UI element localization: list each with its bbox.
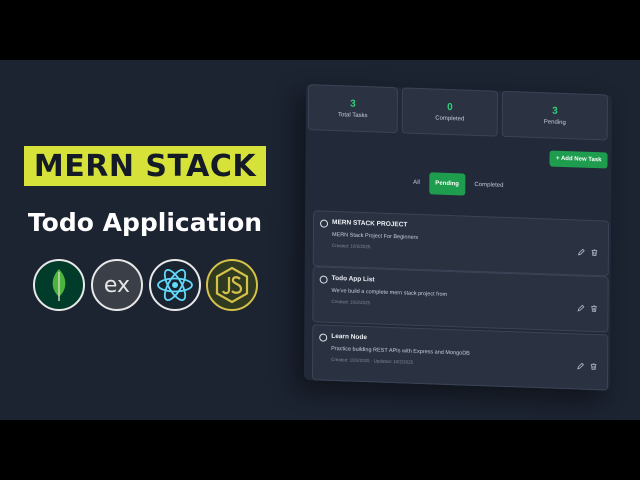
- task-meta: Created: 10/2/2025: [331, 298, 371, 306]
- task-title: MERN STACK PROJECT: [332, 218, 408, 229]
- trash-icon[interactable]: [588, 303, 598, 313]
- pencil-icon[interactable]: [575, 302, 585, 312]
- stat-value: 0: [447, 101, 453, 114]
- thumbnail-stage: MERN STACK Todo Application ex 3 Total T…: [0, 60, 640, 420]
- filter-tabs: All Pending Completed: [305, 168, 611, 201]
- pencil-icon[interactable]: [576, 246, 586, 256]
- tech-logos: ex: [33, 259, 259, 311]
- task-complete-checkbox[interactable]: [319, 333, 328, 342]
- stat-completed: 0 Completed: [401, 87, 498, 137]
- task-complete-checkbox[interactable]: [320, 219, 329, 228]
- trash-icon[interactable]: [588, 361, 598, 371]
- task-complete-checkbox[interactable]: [319, 275, 328, 284]
- pencil-icon[interactable]: [575, 360, 585, 370]
- stat-label: Total Tasks: [337, 112, 368, 120]
- todo-app-window: 3 Total Tasks 0 Completed 3 Pending + Ad…: [303, 84, 612, 391]
- task-meta: Created: 10/2/2025: [331, 242, 371, 250]
- task-meta: Created: 10/2/2025 · Updated: 10/2/2025: [331, 356, 414, 365]
- task-description: MERN Stack Project For Beginners: [331, 231, 419, 241]
- add-new-task-button[interactable]: + Add New Task: [549, 150, 608, 169]
- express-icon: ex: [91, 259, 143, 311]
- filter-tab-completed[interactable]: Completed: [469, 174, 508, 197]
- task-title: Todo App List: [331, 274, 375, 284]
- stat-value: 3: [350, 98, 356, 110]
- task-title: Learn Node: [331, 332, 368, 342]
- stat-value: 3: [552, 105, 558, 117]
- stat-pending: 3 Pending: [501, 90, 608, 141]
- task-description: Practice building REST APIs with Express…: [331, 345, 470, 357]
- stat-label: Pending: [543, 119, 566, 127]
- task-card: Learn Node Practice building REST APIs w…: [311, 324, 609, 391]
- react-atom-icon: [149, 259, 201, 311]
- nodejs-hexagon-icon: [206, 259, 258, 311]
- stats-row: 3 Total Tasks 0 Completed 3 Pending: [307, 84, 610, 143]
- headline-text: MERN STACK: [33, 148, 257, 184]
- headline-banner: MERN STACK: [24, 146, 266, 186]
- subheadline: Todo Application: [27, 208, 263, 237]
- stat-label: Completed: [435, 115, 465, 123]
- trash-icon[interactable]: [589, 247, 599, 257]
- task-description: We've build a complete mern stack projec…: [331, 287, 448, 298]
- filter-tab-all[interactable]: All: [408, 172, 425, 195]
- express-icon-text: ex: [103, 272, 131, 298]
- stat-total-tasks: 3 Total Tasks: [307, 84, 398, 134]
- task-card: Todo App List We've build a complete mer…: [312, 266, 609, 333]
- mongodb-leaf-icon: [33, 259, 85, 311]
- filter-tab-pending[interactable]: Pending: [429, 172, 466, 196]
- task-card: MERN STACK PROJECT MERN Stack Project Fo…: [312, 210, 610, 277]
